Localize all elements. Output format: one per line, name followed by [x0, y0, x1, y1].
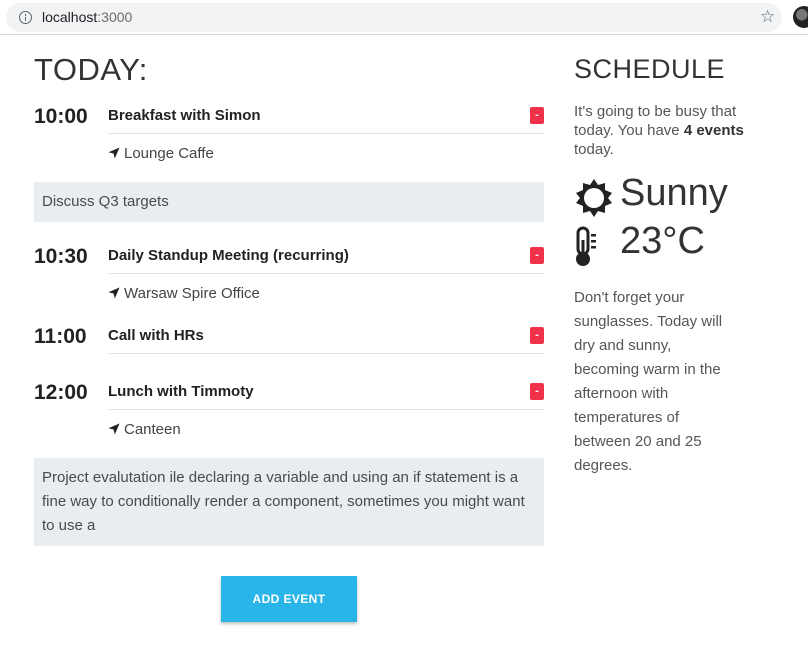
divider	[108, 273, 544, 274]
event-title: Lunch with Timmoty	[108, 383, 254, 400]
event-note: Discuss Q3 targets	[34, 182, 544, 222]
location-label: Canteen	[124, 421, 181, 438]
url-text[interactable]: localhost:3000	[42, 9, 132, 25]
event-title: Call with HRs	[108, 327, 204, 344]
event-item: 10:00 Breakfast with Simon - Lounge Caff…	[34, 104, 544, 174]
location-arrow-icon	[108, 287, 120, 299]
remove-event-button[interactable]: -	[530, 327, 544, 344]
remove-event-button[interactable]: -	[530, 383, 544, 400]
event-time: 11:00	[34, 325, 87, 348]
sun-icon	[576, 179, 612, 217]
add-event-button[interactable]: ADD EVENT	[221, 576, 357, 622]
event-time: 10:00	[34, 105, 88, 128]
location-arrow-icon	[108, 423, 120, 435]
summary-suffix: today.	[574, 141, 614, 158]
event-location: Lounge Caffe	[108, 145, 214, 162]
remove-event-button[interactable]: -	[530, 247, 544, 264]
star-icon[interactable]: ☆	[760, 8, 775, 25]
event-count: 4 events	[683, 122, 744, 139]
weather-label: Sunny	[620, 172, 728, 214]
divider	[108, 353, 544, 354]
thermometer-icon	[576, 226, 596, 266]
url-host: localhost	[42, 9, 98, 25]
schedule-summary: It's going to be busy that today. You ha…	[574, 102, 744, 159]
browser-toolbar: localhost:3000 ☆	[0, 0, 808, 35]
event-title: Breakfast with Simon	[108, 107, 261, 124]
event-item: 10:30 Daily Standup Meeting (recurring) …	[34, 244, 544, 314]
event-title: Daily Standup Meeting (recurring)	[108, 247, 349, 264]
avatar[interactable]	[793, 6, 808, 28]
temperature-label: 23°C	[620, 220, 705, 262]
remove-event-button[interactable]: -	[530, 107, 544, 124]
event-item: 12:00 Lunch with Timmoty - Canteen	[34, 380, 544, 450]
location-label: Warsaw Spire Office	[124, 285, 260, 302]
event-time: 10:30	[34, 245, 88, 268]
location-label: Lounge Caffe	[124, 145, 214, 162]
divider	[108, 409, 544, 410]
url-port: :3000	[97, 9, 133, 25]
event-note: Project evalutation ile declaring a vari…	[34, 458, 544, 546]
address-bar[interactable]: localhost:3000 ☆	[6, 3, 782, 32]
event-item: 11:00 Call with HRs -	[34, 324, 544, 360]
schedule-title: SCHEDULE	[574, 54, 726, 84]
forecast-text: Don't forget your sunglasses. Today will…	[574, 289, 723, 474]
location-arrow-icon	[108, 147, 120, 159]
event-time: 12:00	[34, 381, 88, 404]
page-title: TODAY:	[34, 52, 148, 87]
info-icon[interactable]	[19, 11, 32, 24]
event-location: Canteen	[108, 421, 181, 438]
divider	[108, 133, 544, 134]
event-location: Warsaw Spire Office	[108, 285, 260, 302]
